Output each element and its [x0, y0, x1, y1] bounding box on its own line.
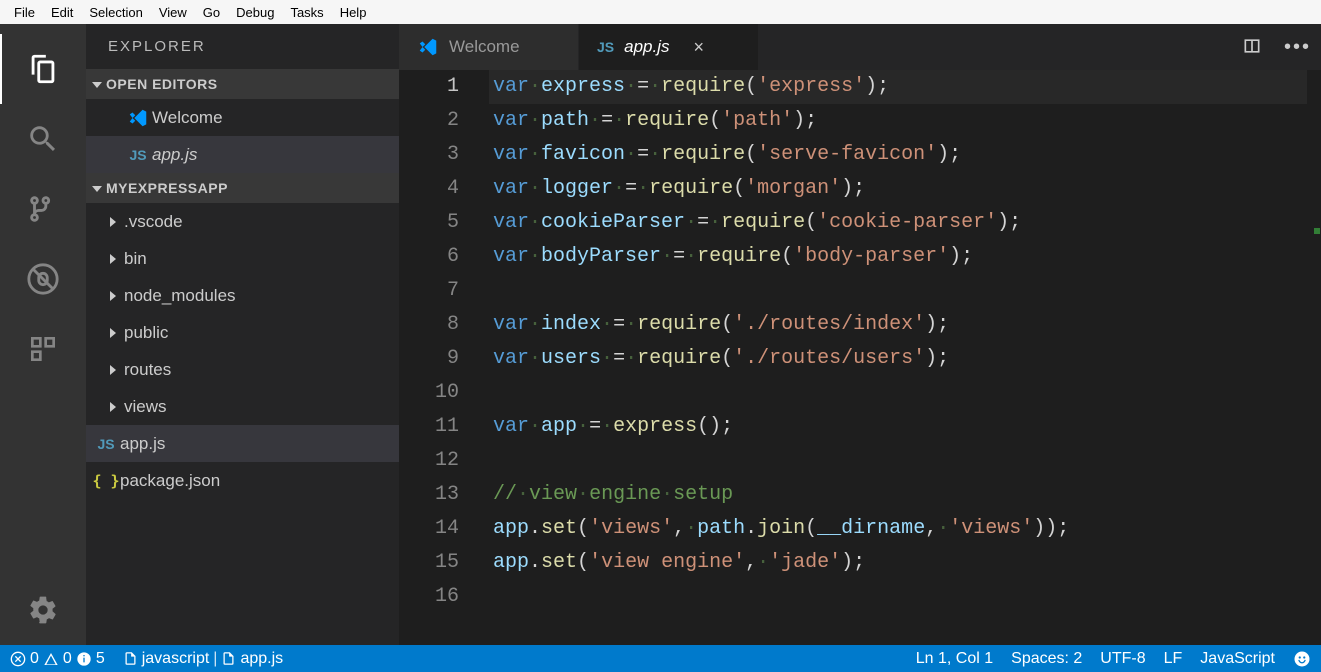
- info-icon: [76, 651, 92, 667]
- menu-selection[interactable]: Selection: [81, 3, 150, 22]
- tab-label: app.js: [624, 37, 669, 57]
- editor-content[interactable]: 12345678910111213141516 var·express·=·re…: [399, 70, 1321, 645]
- file-icon: [123, 651, 138, 666]
- file-appjs[interactable]: JS app.js: [86, 425, 399, 462]
- menu-edit[interactable]: Edit: [43, 3, 81, 22]
- project-label: MYEXPRESSAPP: [106, 180, 228, 196]
- activity-debug[interactable]: [0, 244, 86, 314]
- status-language[interactable]: JavaScript: [1200, 650, 1275, 668]
- menu-help[interactable]: Help: [332, 3, 375, 22]
- activity-source-control[interactable]: [0, 174, 86, 244]
- menu-file[interactable]: File: [6, 3, 43, 22]
- sidebar-title: EXPLORER: [86, 24, 399, 69]
- smile-icon: [1293, 650, 1311, 668]
- warning-icon: [43, 651, 59, 667]
- activity-explorer[interactable]: [0, 34, 86, 104]
- vscode-icon: [126, 107, 150, 129]
- json-icon: { }: [94, 472, 118, 490]
- status-feedback[interactable]: [1293, 650, 1311, 668]
- menu-view[interactable]: View: [151, 3, 195, 22]
- folder-routes[interactable]: routes: [86, 351, 399, 388]
- editor-area: Welcome JS app.js × ••• 1234567891011121…: [399, 24, 1321, 645]
- open-editor-label: app.js: [152, 145, 197, 165]
- open-editors-list: Welcome JS app.js: [86, 99, 399, 173]
- status-bar: 0 0 5 javascript | app.js Ln 1, Col 1 Sp…: [0, 645, 1321, 672]
- js-icon: JS: [126, 147, 150, 163]
- more-icon[interactable]: •••: [1284, 36, 1311, 59]
- file-icon: [221, 651, 236, 666]
- tab-welcome[interactable]: Welcome: [399, 24, 579, 70]
- bug-disabled-icon: [26, 262, 60, 296]
- search-icon: [26, 122, 60, 156]
- error-icon: [10, 651, 26, 667]
- tab-bar: Welcome JS app.js × •••: [399, 24, 1321, 70]
- status-encoding[interactable]: UTF-8: [1100, 650, 1145, 668]
- open-editors-header[interactable]: OPEN EDITORS: [86, 69, 399, 99]
- folder-public[interactable]: public: [86, 314, 399, 351]
- js-icon: JS: [94, 436, 118, 452]
- tab-label: Welcome: [449, 37, 520, 57]
- sidebar: EXPLORER OPEN EDITORS Welcome JS app.js …: [86, 24, 399, 645]
- activity-search[interactable]: [0, 104, 86, 174]
- split-editor-icon[interactable]: [1242, 36, 1262, 59]
- activity-settings[interactable]: [0, 575, 86, 645]
- status-cursor[interactable]: Ln 1, Col 1: [916, 650, 993, 668]
- menu-bar: File Edit Selection View Go Debug Tasks …: [0, 0, 1321, 24]
- status-eol[interactable]: LF: [1164, 650, 1183, 668]
- activity-bar: [0, 24, 86, 645]
- close-icon[interactable]: ×: [694, 37, 705, 58]
- activity-extensions[interactable]: [0, 314, 86, 384]
- line-gutter: 12345678910111213141516: [399, 70, 489, 645]
- folder-vscode[interactable]: .vscode: [86, 203, 399, 240]
- folder-node-modules[interactable]: node_modules: [86, 277, 399, 314]
- extensions-icon: [27, 333, 59, 365]
- project-tree: .vscode bin node_modules public routes v…: [86, 203, 399, 499]
- tab-appjs[interactable]: JS app.js ×: [579, 24, 759, 70]
- code-area[interactable]: var·express·=·require('express');var·pat…: [489, 70, 1321, 645]
- open-editor-welcome[interactable]: Welcome: [86, 99, 399, 136]
- status-problems[interactable]: 0 0 5: [10, 650, 105, 668]
- file-packagejson[interactable]: { } package.json: [86, 462, 399, 499]
- open-editor-label: Welcome: [152, 108, 223, 128]
- folder-views[interactable]: views: [86, 388, 399, 425]
- menu-go[interactable]: Go: [195, 3, 228, 22]
- project-header[interactable]: MYEXPRESSAPP: [86, 173, 399, 203]
- git-branch-icon: [26, 192, 60, 226]
- open-editors-label: OPEN EDITORS: [106, 76, 218, 92]
- overview-ruler[interactable]: [1307, 70, 1321, 645]
- gear-icon: [27, 594, 59, 626]
- files-icon: [26, 52, 60, 86]
- js-icon: JS: [597, 39, 614, 55]
- menu-tasks[interactable]: Tasks: [282, 3, 331, 22]
- status-language-info[interactable]: javascript | app.js: [123, 650, 283, 668]
- open-editor-appjs[interactable]: JS app.js: [86, 136, 399, 173]
- menu-debug[interactable]: Debug: [228, 3, 282, 22]
- folder-bin[interactable]: bin: [86, 240, 399, 277]
- vscode-icon: [417, 36, 439, 58]
- status-indent[interactable]: Spaces: 2: [1011, 650, 1082, 668]
